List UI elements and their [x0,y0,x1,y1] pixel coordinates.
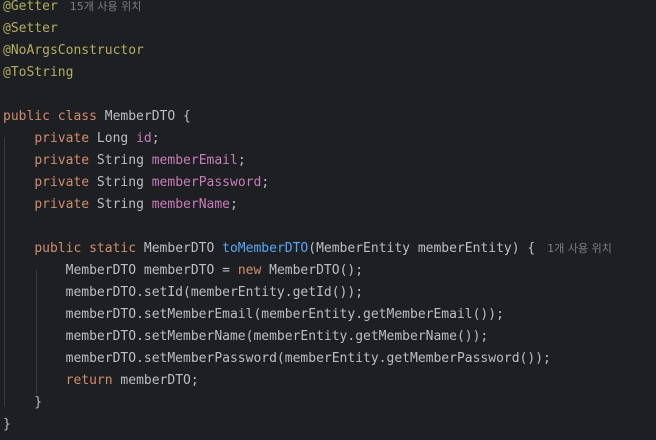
code-line[interactable]: public class MemberDTO { [3,106,191,128]
code-token: } [3,417,11,432]
code-line[interactable]: memberDTO.setMemberPassword(memberEntity… [3,348,551,370]
code-line[interactable]: private String memberName; [3,194,238,216]
code-token: ; [261,175,270,190]
code-token: private [34,153,90,168]
code-token: Long [89,131,137,146]
code-token: MemberDTO { [96,109,191,124]
code-token: public static [34,241,137,256]
code-token: @Setter [3,21,58,36]
code-token: @NoArgsConstructor [3,43,144,58]
code-token: public class [3,109,97,124]
code-line[interactable]: MemberDTO memberDTO = new MemberDTO(); [3,260,363,282]
code-line[interactable]: @ToString [3,62,73,84]
code-token: memberDTO.setMemberName(memberEntity.get… [3,329,489,344]
code-line[interactable]: @NoArgsConstructor [3,40,144,62]
code-line[interactable]: } [3,414,11,436]
code-line[interactable]: private String memberEmail; [3,150,246,172]
code-token: ; [151,131,160,146]
code-token: ; [230,197,238,212]
code-line[interactable]: return memberDTO; [3,370,199,392]
code-token: memberName [151,197,231,212]
code-token: memberDTO.setMemberPassword(memberEntity… [3,351,551,366]
code-token: String [89,153,152,168]
code-token: MemberDTO(); [261,263,364,278]
code-token: @ToString [3,65,74,80]
code-token: String [89,175,152,190]
code-line[interactable]: } [3,392,42,414]
usages-inlay-hint[interactable]: 15개 사용 위치 [70,0,142,13]
code-line[interactable]: public static MemberDTO toMemberDTO(Memb… [3,238,612,260]
code-token: MemberDTO [136,241,223,256]
code-line[interactable]: private String memberPassword; [3,172,269,194]
code-editor[interactable]: @Getter 15개 사용 위치 @Setter @NoArgsConstructo… [0,0,656,440]
usages-inlay-hint[interactable]: 1개 사용 위치 [547,242,612,255]
code-line[interactable]: memberDTO.setMemberName(memberEntity.get… [3,326,489,348]
code-token: memberDTO.setId(memberEntity.getId()); [3,285,364,300]
code-token: memberPassword [151,175,262,190]
code-token: memberDTO; [112,373,199,388]
code-token: private [34,175,90,190]
code-token: toMemberDTO [222,241,309,256]
code-token: } [3,395,43,410]
code-line[interactable]: @Getter 15개 사용 위치 [3,0,141,18]
code-token: memberEmail [151,153,238,168]
code-line[interactable]: private Long id; [3,128,160,150]
code-token: MemberDTO memberDTO = [3,263,238,278]
code-token: new [237,263,262,278]
code-line[interactable]: memberDTO.setMemberEmail(memberEntity.ge… [3,304,504,326]
code-line[interactable]: memberDTO.setId(memberEntity.getId()); [3,282,363,304]
code-line[interactable]: @Setter [3,18,58,40]
code-token: @Getter [3,0,58,14]
code-token: memberDTO.setMemberEmail(memberEntity.ge… [3,307,504,322]
code-token: (MemberEntity memberEntity) { [308,241,536,256]
code-token: String [89,197,152,212]
code-token: id [136,131,152,146]
code-token: private [34,131,90,146]
code-token: private [34,197,90,212]
code-token: ; [237,153,246,168]
code-token: return [65,373,113,388]
